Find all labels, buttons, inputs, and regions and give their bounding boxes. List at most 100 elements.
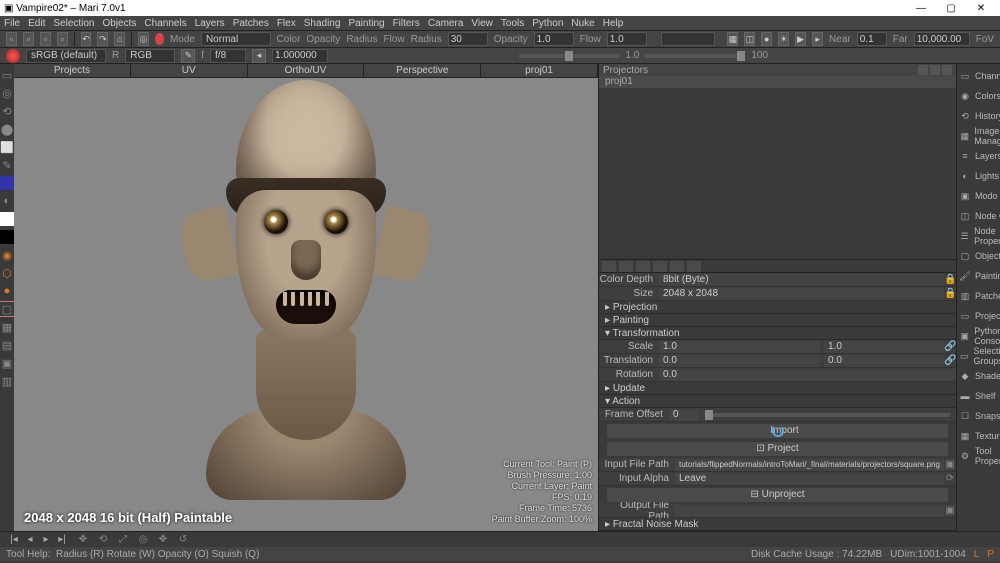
panel-lights[interactable]: ◐Lights [959,168,1000,184]
mode-dropdown[interactable]: Normal [201,32,271,46]
menu-objects[interactable]: Objects [103,18,137,29]
panel-shaders[interactable]: ◆Shaders [959,368,1000,384]
menu-camera[interactable]: Camera [428,18,464,29]
panel-objects[interactable]: ▢Objects [959,248,1000,264]
opacity-input[interactable] [534,32,574,46]
opacity-chk[interactable]: Opacity [306,34,340,45]
panel-texture-sets[interactable]: ▦Texture Sets [959,428,1000,444]
tab-proj01[interactable]: proj01 [481,64,598,77]
menu-patches[interactable]: Patches [233,18,269,29]
frame-offset-input[interactable]: 0 [669,409,699,421]
tab-projects[interactable]: Projects [14,64,131,77]
tool-black-icon[interactable] [0,230,14,244]
status-p-icon[interactable]: P [987,549,994,560]
radius-chk[interactable]: Radius [346,34,377,45]
menu-python[interactable]: Python [532,18,563,29]
translation-x-input[interactable]: 0.0 [659,355,820,367]
tool-rotate-icon[interactable]: ⟲ [0,104,14,118]
panel-python-console[interactable]: ▣Python Console [959,328,1000,344]
menu-tools[interactable]: Tools [501,18,524,29]
menu-nuke[interactable]: Nuke [571,18,594,29]
menu-shading[interactable]: Shading [304,18,341,29]
flow-chk[interactable]: Flow [383,34,404,45]
panel-tool-properties[interactable]: ⚙Tool Properties [959,448,1000,464]
color-swatch[interactable] [6,49,20,63]
home-icon[interactable]: ⌂ [114,32,125,46]
menu-file[interactable]: File [4,18,20,29]
target-tool-icon[interactable]: ◎ [136,533,150,547]
menu-filters[interactable]: Filters [393,18,420,29]
proj-tool-4[interactable] [653,261,667,272]
proj-tool-5[interactable] [670,261,684,272]
menu-flex[interactable]: Flex [277,18,296,29]
panel-snapshots[interactable]: ☐Snapshots [959,408,1000,424]
record-icon[interactable] [155,33,164,45]
near-input[interactable] [857,32,887,46]
slider-2[interactable] [645,54,745,58]
menu-layers[interactable]: Layers [195,18,225,29]
projector-item[interactable]: proj01 [599,76,956,88]
panel-colors[interactable]: ◉Colors [959,88,1000,104]
tool-sel-icon[interactable]: ▢ [0,302,14,316]
nav-next-icon[interactable]: ▸| [56,534,68,546]
brush-icon[interactable]: ✎ [181,49,195,63]
tool-t1-icon[interactable]: ▦ [0,320,14,334]
undo-icon[interactable]: ↶ [81,32,92,46]
scale-x-input[interactable]: 1.0 [659,341,820,353]
browse-output-icon[interactable]: ▣ [944,505,956,516]
scale-lock-icon[interactable]: 🔗 [944,341,956,352]
menu-painting[interactable]: Painting [348,18,384,29]
menu-channels[interactable]: Channels [144,18,186,29]
proj-tool-3[interactable] [636,261,650,272]
panel-selection-groups[interactable]: ▭Selection Groups [959,348,1000,364]
tool-t3-icon[interactable]: ▣ [0,356,14,370]
preset-dropdown[interactable] [661,32,716,46]
radius-input[interactable] [448,32,488,46]
open-icon[interactable]: ▫ [23,32,34,46]
panel-channels[interactable]: ▭Channels [959,68,1000,84]
panel-history-view[interactable]: ⟲History View [959,108,1000,124]
panel-modo-render[interactable]: ▣Modo Render [959,188,1000,204]
exposure-input[interactable] [272,49,328,63]
panel-node-graph[interactable]: ◫Node Graph [959,208,1000,224]
tool-orange2-icon[interactable]: ⬡ [0,266,14,280]
tool-white-icon[interactable] [0,212,14,226]
color-depth-dropdown[interactable]: 8bit (Byte) [659,274,944,286]
flow-input[interactable] [607,32,647,46]
color-chk[interactable]: Color [277,34,301,45]
color-depth-lock-icon[interactable]: 🔒 [944,274,956,285]
menu-help[interactable]: Help [603,18,624,29]
translation-y-input[interactable]: 0.0 [824,355,944,367]
nav-prev-icon[interactable]: ◂ [24,534,36,546]
tab-orthouv[interactable]: Ortho/UV [248,64,365,77]
size-lock-icon[interactable]: 🔒 [944,288,956,299]
colorspace-dropdown[interactable]: sRGB (default) [26,49,106,63]
export-icon[interactable]: ▫ [57,32,68,46]
scale-tool-icon[interactable]: ⤢ [116,533,130,547]
panel-projectors[interactable]: ▭Projectors [959,308,1000,324]
panel-painting[interactable]: 🖌Painting [959,268,1000,284]
unproject-button[interactable]: ⊟ Unproject [607,488,948,502]
tool-t2-icon[interactable]: ▤ [0,338,14,352]
viewport-canvas[interactable]: 2048 x 2048 16 bit (Half) Paintable Curr… [14,78,598,531]
browse-file-icon[interactable]: ▣ [944,459,956,470]
frame-offset-slider[interactable] [705,413,950,417]
pan-tool-icon[interactable]: ✥ [156,533,170,547]
input-file-input[interactable]: tutorials/flippedNormals/introToMari/_fi… [675,459,944,471]
panel-icon-1[interactable] [918,65,928,75]
status-l-icon[interactable]: L [974,549,980,560]
tool-pick-icon[interactable]: ◐ [0,194,14,208]
panel-patches[interactable]: ▥Patches [959,288,1000,304]
target-icon[interactable]: ◎ [138,32,149,46]
redo-icon[interactable]: ↷ [97,32,108,46]
panel-icon-2[interactable] [930,65,940,75]
nav-play-icon[interactable]: ▸ [40,534,52,546]
nav-first-icon[interactable]: |◂ [8,534,20,546]
panel-node-properties[interactable]: ☰Node Properties [959,228,1000,244]
wire-icon[interactable]: ◫ [744,32,755,46]
minimize-button[interactable]: — [906,3,936,14]
anim-icon[interactable]: ▸ [812,32,823,46]
translation-lock-icon[interactable]: 🔗 [944,355,956,366]
section-transformation[interactable]: ▾ Transformation [599,327,956,340]
tool-move-icon[interactable]: ◎ [0,86,14,100]
